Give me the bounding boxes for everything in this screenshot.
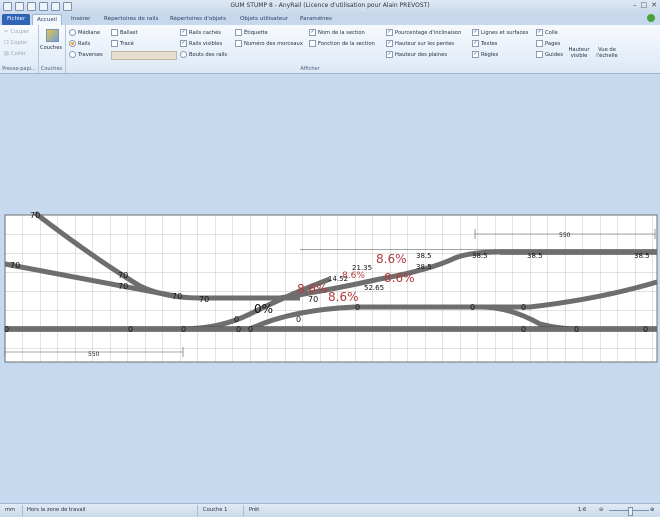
- minimize-icon[interactable]: –: [633, 1, 637, 9]
- height-label: 38.5: [416, 263, 432, 271]
- slope-label: 8.6%: [328, 290, 359, 304]
- height-label: 52.65: [364, 284, 384, 292]
- height-label: 0: [248, 325, 253, 334]
- display-group-label: Afficher: [300, 66, 320, 72]
- title-bar: GUM STUMP 8 - AnyRail (Licence d'utilisa…: [0, 0, 660, 13]
- traverses-radio[interactable]: Traverses: [69, 51, 103, 58]
- display-group: Médiane Rails Traverses Ballast Tracé ✓ R…: [65, 25, 632, 73]
- textes-checkbox[interactable]: ✓ Textes: [472, 40, 497, 47]
- tab-objets-utilisateur[interactable]: Objets utilisateur: [236, 14, 292, 25]
- height-label: 0: [521, 325, 526, 334]
- zoom-in-icon[interactable]: ⊕: [650, 507, 654, 513]
- height-label: 0: [521, 303, 526, 312]
- tab-repertoires-objets[interactable]: Répertoires d'objets: [166, 14, 230, 25]
- height-label: 38.5: [527, 252, 543, 260]
- height-label: 0: [470, 303, 475, 312]
- etiquette-checkbox[interactable]: Étiquette: [235, 29, 268, 36]
- height-label: 0: [574, 325, 579, 334]
- slope-label: 8.6%: [342, 271, 365, 281]
- height-label: 70: [118, 282, 128, 291]
- height-label: 0: [4, 325, 9, 334]
- pourcentage-checkbox[interactable]: ✓ Pourcentage d'inclinaison: [386, 29, 461, 36]
- mediane-radio[interactable]: Médiane: [69, 29, 100, 36]
- numero-morceaux-checkbox[interactable]: Numéro des morceaux: [235, 40, 303, 47]
- height-label: 38.5: [472, 252, 488, 260]
- layers-icon[interactable]: [46, 29, 59, 42]
- regles-checkbox[interactable]: ✓ Règles: [472, 51, 498, 58]
- tab-repertoires-rails[interactable]: Répertoires de rails: [100, 14, 162, 25]
- zoom-out-icon[interactable]: ⊖: [599, 507, 603, 513]
- guides-checkbox[interactable]: Guides: [536, 51, 563, 58]
- height-label: 70: [30, 211, 40, 220]
- height-label: 0: [128, 325, 133, 334]
- trace-color-field[interactable]: [111, 51, 177, 60]
- paste-icon: ▤: [4, 51, 9, 57]
- close-icon[interactable]: ✕: [651, 1, 657, 9]
- zoom-level: 1:6: [578, 507, 587, 513]
- nom-section-checkbox[interactable]: ✓ Nom de la section: [309, 29, 365, 36]
- paste-button[interactable]: ▤ Coller: [4, 51, 26, 57]
- ready-status: Prêt: [249, 507, 260, 513]
- height-label: 70: [10, 261, 20, 270]
- slope-label: 8.6%: [376, 252, 407, 266]
- height-label: 70: [118, 271, 128, 280]
- tab-parametres[interactable]: Paramètres: [296, 14, 336, 25]
- help-icon[interactable]: [647, 14, 655, 22]
- copy-icon: ❐: [4, 40, 9, 46]
- height-label: 0: [296, 315, 301, 324]
- height-label: 0: [181, 325, 186, 334]
- trace-checkbox[interactable]: Tracé: [111, 40, 134, 47]
- cut-button[interactable]: ✂ Couper: [4, 29, 29, 35]
- slope-label: 8.6%: [384, 271, 415, 285]
- layers-group: Couches Couches: [38, 25, 66, 73]
- tab-inserer[interactable]: Insérer: [67, 14, 94, 25]
- lignes-surfaces-checkbox[interactable]: ✓ Lignes et surfaces: [472, 29, 528, 36]
- tab-fichier[interactable]: Fichier: [2, 14, 31, 25]
- rails-visibles-checkbox[interactable]: ✓ Rails visibles: [180, 40, 222, 47]
- clipboard-group: ✂ Couper ❐ Copier ▤ Coller Presse-papi...: [0, 25, 39, 73]
- height-label: 70: [199, 295, 209, 304]
- height-label: 0: [355, 303, 360, 312]
- height-label: 0: [236, 325, 241, 334]
- status-bar: mm Hors la zone de travail Couche 1 Prêt…: [0, 503, 660, 517]
- ruler-left-label: 550: [88, 351, 100, 358]
- height-label: 0: [234, 315, 239, 324]
- height-label: 70: [308, 295, 318, 304]
- vue-echelle-button[interactable]: Vue de l'échelle: [592, 47, 622, 59]
- zoom-slider-thumb[interactable]: [628, 507, 633, 516]
- hauteur-visible-button[interactable]: Hauteur visible: [566, 47, 592, 59]
- colle-checkbox[interactable]: ✓ Colle: [536, 29, 558, 36]
- layers-group-label: Couches: [40, 66, 63, 72]
- layout-canvas[interactable]: 550 550 70 70 70 70 70 70 70 0 0 0 0 0 0…: [0, 74, 660, 503]
- units-indicator[interactable]: mm: [5, 507, 15, 513]
- window-title: GUM STUMP 8 - AnyRail (Licence d'utilisa…: [230, 2, 430, 9]
- hauteur-pentes-checkbox[interactable]: ✓ Hauteur sur les pentes: [386, 40, 454, 47]
- rails-caches-checkbox[interactable]: ✓ Rails cachés: [180, 29, 221, 36]
- layer-indicator[interactable]: Couche 1: [203, 507, 227, 513]
- pages-checkbox[interactable]: Pages: [536, 40, 560, 47]
- ruler-top-label: 550: [559, 232, 571, 239]
- maximize-icon[interactable]: □: [641, 1, 648, 9]
- layers-button[interactable]: Couches: [40, 45, 62, 51]
- clipboard-group-label: Presse-papi...: [2, 66, 36, 72]
- ribbon: ✂ Couper ❐ Copier ▤ Coller Presse-papi... C…: [0, 25, 660, 74]
- slope-label: 8.6%: [297, 282, 328, 296]
- fonction-section-checkbox[interactable]: Fonction de la section: [309, 40, 375, 47]
- ballast-checkbox[interactable]: Ballast: [111, 29, 138, 36]
- height-label: 70: [172, 292, 182, 301]
- track-plan[interactable]: 550 550 70 70 70 70 70 70 70 0 0 0 0 0 0…: [0, 74, 660, 503]
- hauteur-plaines-checkbox[interactable]: ✓ Hauteur des plaines: [386, 51, 447, 58]
- scissors-icon: ✂: [4, 29, 9, 35]
- height-label: 38.5: [634, 252, 650, 260]
- rails-radio[interactable]: Rails: [69, 40, 90, 47]
- bouts-des-rails-radio[interactable]: Bouts des rails: [180, 51, 227, 58]
- ribbon-tabs: Fichier Accueil Insérer Répertoires de r…: [0, 13, 660, 26]
- copy-button[interactable]: ❐ Copier: [4, 40, 28, 46]
- height-label: 0: [643, 325, 648, 334]
- height-label: 38.5: [416, 252, 432, 260]
- position-status: Hors la zone de travail: [27, 507, 86, 513]
- slope-zero-label: 0%: [254, 302, 273, 316]
